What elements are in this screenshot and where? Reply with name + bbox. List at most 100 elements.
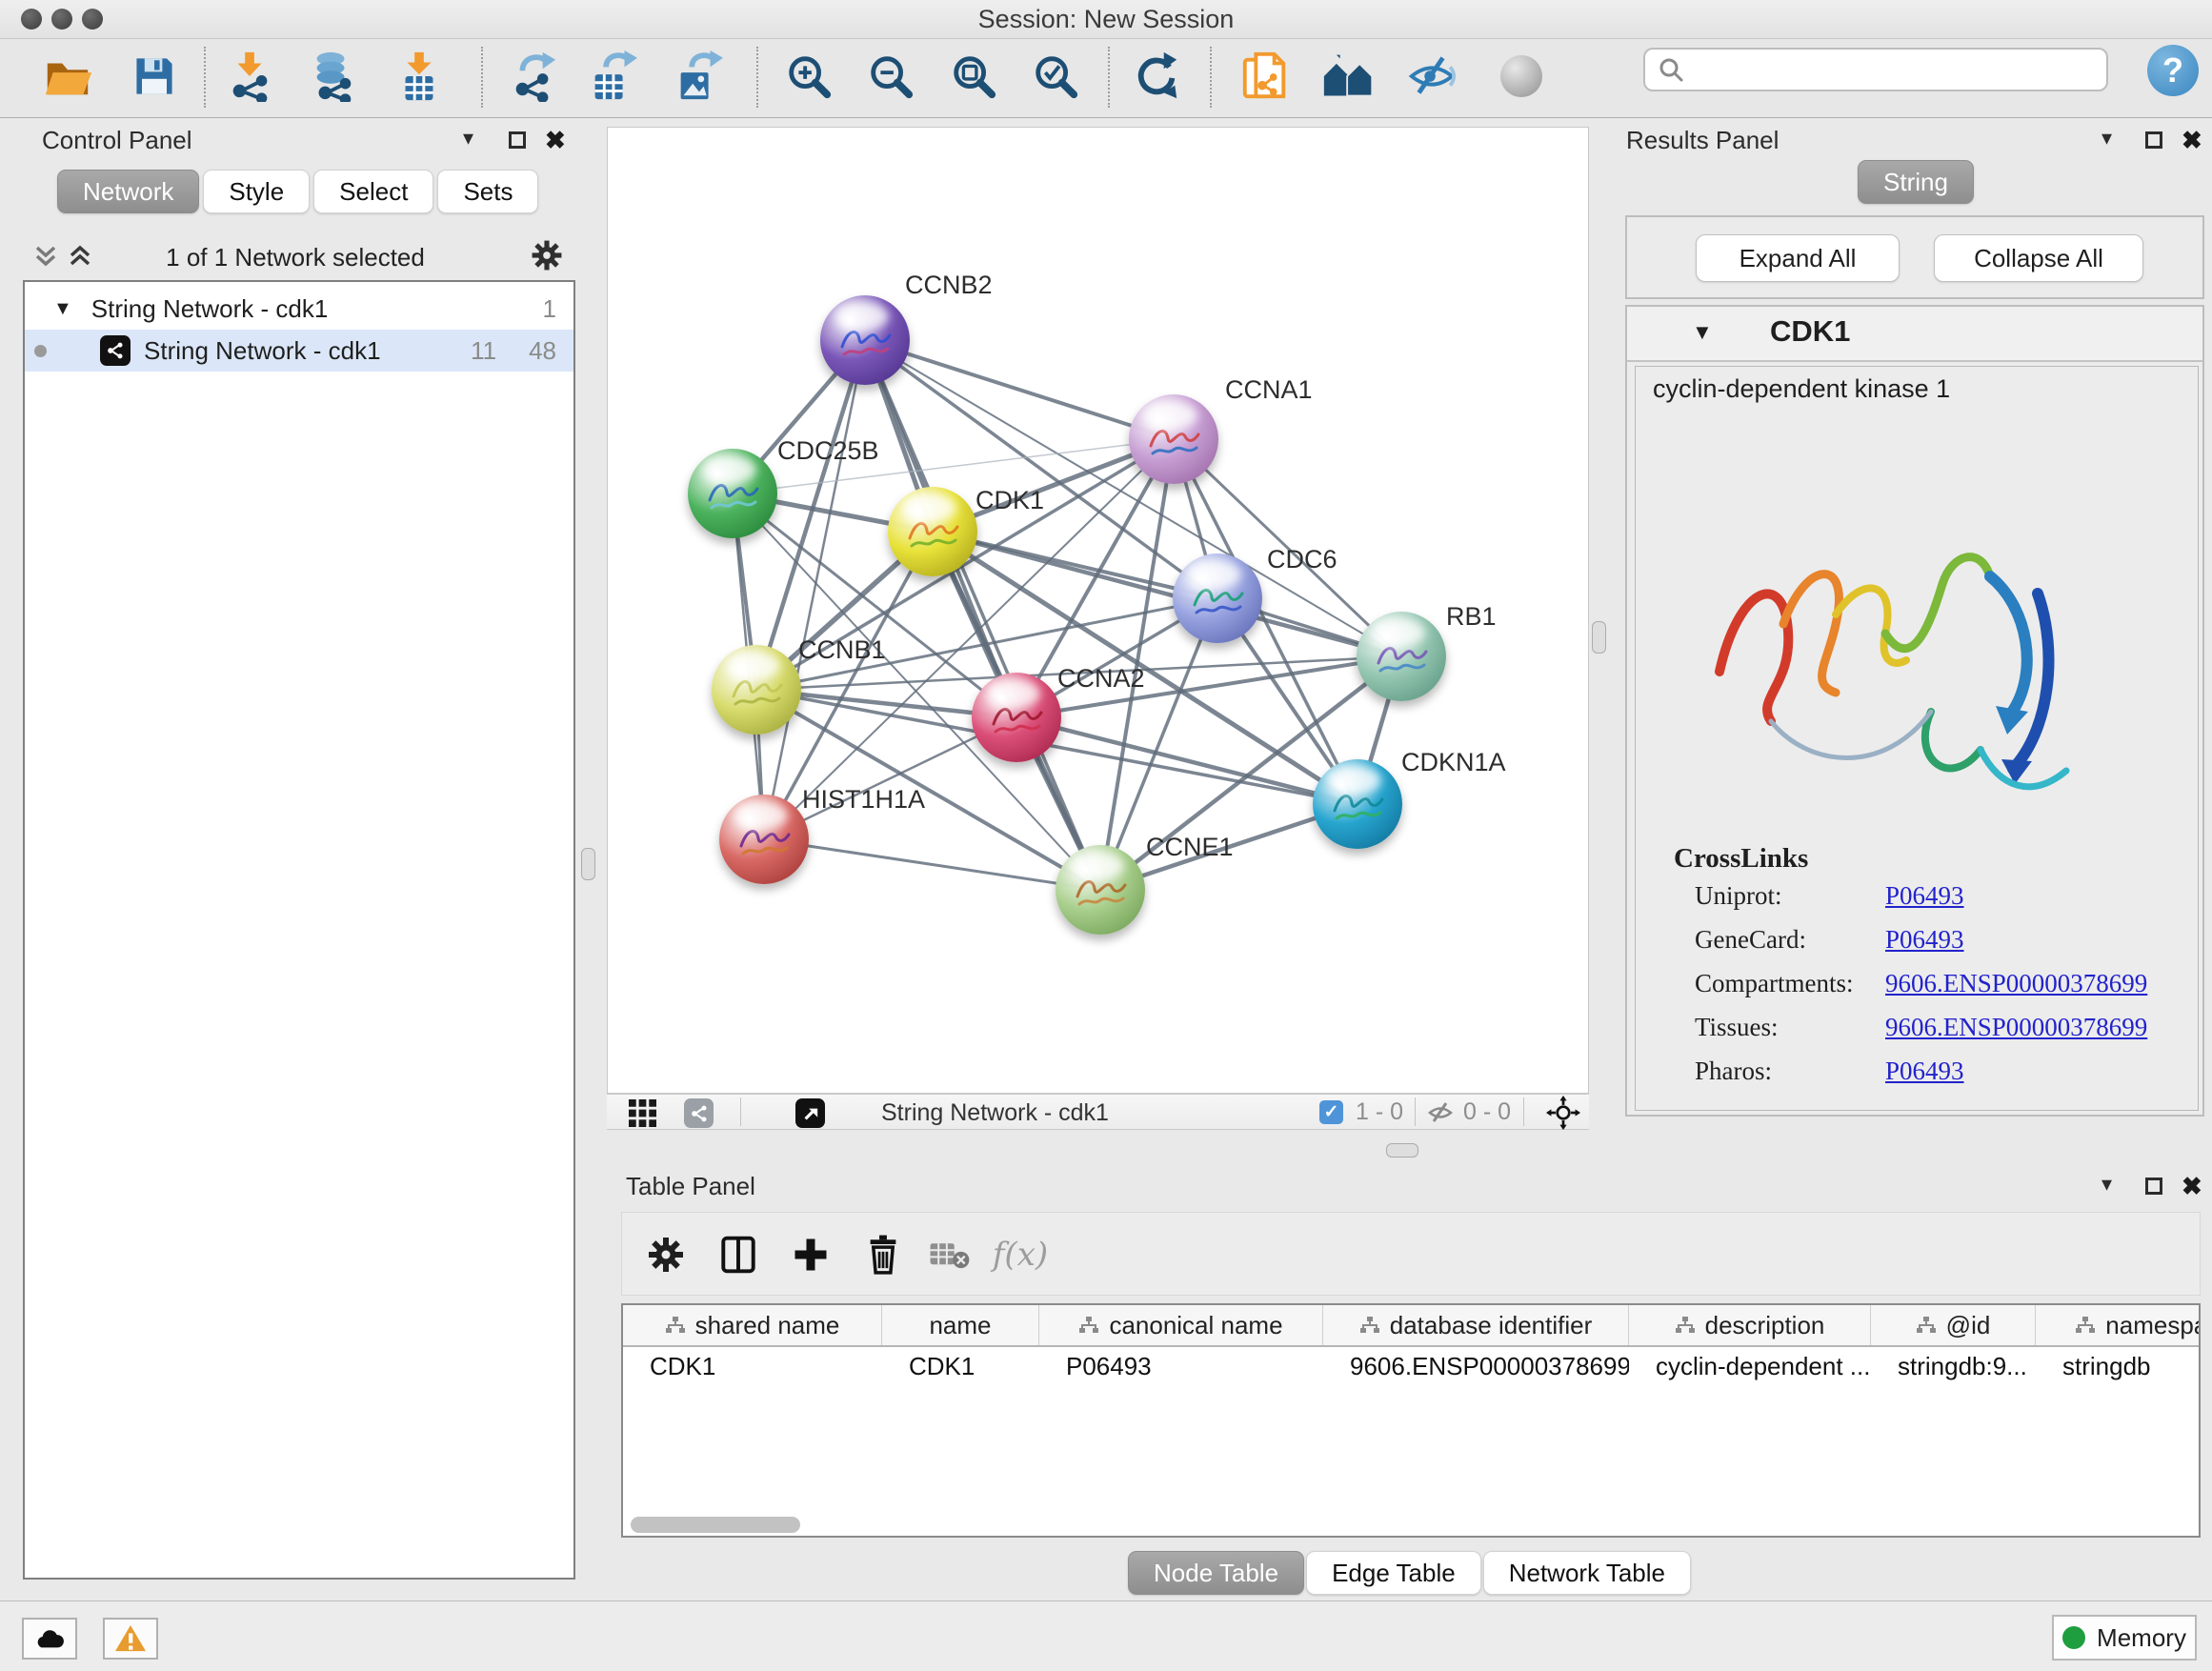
- table-cell[interactable]: CDK1: [623, 1347, 882, 1385]
- delete-column-button[interactable]: [855, 1226, 912, 1283]
- node-HIST1H1A[interactable]: [719, 795, 809, 884]
- column-header--id[interactable]: @id: [1871, 1305, 2036, 1345]
- crosslink-value-link[interactable]: P06493: [1885, 1057, 1964, 1086]
- warning-icon: [114, 1624, 147, 1653]
- results-panel-menu-caret[interactable]: ▾: [2101, 126, 2112, 151]
- table-cell[interactable]: P06493: [1039, 1347, 1323, 1385]
- selected-checkbox[interactable]: ✓: [1319, 1100, 1343, 1124]
- node-CCNA2[interactable]: [972, 673, 1061, 762]
- node-CCNE1[interactable]: [1056, 845, 1145, 935]
- node-CDC25B[interactable]: [688, 449, 777, 538]
- table-cell[interactable]: stringdb:9...: [1871, 1347, 2036, 1385]
- collapse-all-tree-button[interactable]: [32, 242, 59, 275]
- import-table-button[interactable]: [392, 49, 447, 104]
- results-panel-close-button[interactable]: ✖: [2182, 126, 2202, 155]
- tab-string[interactable]: String: [1858, 160, 1974, 204]
- copy-network-button[interactable]: [1237, 49, 1293, 104]
- open-session-button[interactable]: [40, 49, 95, 104]
- table-cell[interactable]: 9606.ENSP00000378699: [1323, 1347, 1629, 1385]
- table-cell[interactable]: cyclin-dependent ...: [1629, 1347, 1871, 1385]
- grid-view-button[interactable]: [629, 1099, 656, 1132]
- refresh-button[interactable]: [1129, 49, 1184, 104]
- column-header-shared-name[interactable]: shared name: [623, 1305, 882, 1345]
- network-share-view-button[interactable]: [684, 1098, 714, 1128]
- node-RB1[interactable]: [1357, 612, 1446, 701]
- bottom-splitter-handle[interactable]: [1386, 1143, 1418, 1158]
- node-CDC6[interactable]: [1173, 554, 1262, 643]
- crosslink-value-link[interactable]: 9606.ENSP00000378699: [1885, 1013, 2147, 1042]
- column-header-namespace[interactable]: namespace: [2036, 1305, 2201, 1345]
- node-table[interactable]: shared namenamecanonical namedatabase id…: [621, 1303, 2201, 1538]
- right-splitter-handle[interactable]: [1592, 621, 1606, 654]
- table-cell[interactable]: CDK1: [882, 1347, 1039, 1385]
- column-header-canonical-name[interactable]: canonical name: [1039, 1305, 1323, 1345]
- search-input[interactable]: [1643, 48, 2108, 91]
- export-network-button[interactable]: [506, 49, 561, 104]
- expand-all-button[interactable]: Expand All: [1696, 234, 1900, 282]
- zoom-out-button[interactable]: [863, 49, 918, 104]
- cloud-status-button[interactable]: [22, 1618, 77, 1660]
- results-panel-float-button[interactable]: [2145, 131, 2162, 149]
- tab-node-table[interactable]: Node Table: [1128, 1551, 1304, 1595]
- zoom-in-button[interactable]: [781, 49, 836, 104]
- hidden-eye-slash-icon[interactable]: [1426, 1099, 1455, 1131]
- tab-style[interactable]: Style: [203, 170, 310, 213]
- entry-collapse-caret[interactable]: ▼: [1692, 320, 1713, 345]
- memory-status-button[interactable]: Memory: [2052, 1615, 2197, 1661]
- tab-network[interactable]: Network: [57, 170, 199, 213]
- tab-sets[interactable]: Sets: [437, 170, 538, 213]
- table-options-gear-button[interactable]: [637, 1226, 694, 1283]
- save-session-button[interactable]: [127, 49, 182, 104]
- tab-select[interactable]: Select: [313, 170, 433, 213]
- detach-view-button[interactable]: [795, 1098, 825, 1128]
- entry-header[interactable]: ▼ CDK1: [1627, 307, 2202, 362]
- left-splitter-handle[interactable]: [581, 848, 595, 880]
- crosslink-value-link[interactable]: 9606.ENSP00000378699: [1885, 969, 2147, 998]
- tree-expand-caret[interactable]: ▼: [53, 298, 72, 320]
- network-view[interactable]: CCNB2CCNA1CDC25BCDK1CDC6RB1CCNB1CCNA2CDK…: [607, 127, 1589, 1094]
- table-cell[interactable]: stringdb: [2036, 1347, 2201, 1385]
- zoom-fit-button[interactable]: [946, 49, 1001, 104]
- export-image-button[interactable]: [670, 49, 725, 104]
- table-panel-close-button[interactable]: ✖: [2182, 1172, 2202, 1201]
- show-columns-button[interactable]: [710, 1226, 767, 1283]
- export-table-button[interactable]: [584, 49, 639, 104]
- glass-ball-toggle-button[interactable]: [1494, 49, 1549, 104]
- tab-edge-table[interactable]: Edge Table: [1306, 1551, 1481, 1595]
- import-network-database-button[interactable]: [305, 49, 360, 104]
- table-panel-float-button[interactable]: [2145, 1178, 2162, 1195]
- edge-CCNB2-HIST1H1A[interactable]: [764, 340, 865, 839]
- table-panel-menu-caret[interactable]: ▾: [2101, 1172, 2112, 1197]
- hide-glass-effect-button[interactable]: [1404, 49, 1459, 104]
- node-CCNB2[interactable]: [820, 295, 910, 385]
- network-options-gear-button[interactable]: [530, 238, 564, 277]
- create-column-button[interactable]: [782, 1226, 839, 1283]
- edge-HIST1H1A-CCNE1[interactable]: [764, 839, 1100, 890]
- table-row[interactable]: CDK1CDK1P064939606.ENSP00000378699cyclin…: [623, 1347, 2199, 1385]
- node-CDK1[interactable]: [888, 487, 977, 576]
- tab-network-table[interactable]: Network Table: [1483, 1551, 1691, 1595]
- node-CCNB1[interactable]: [712, 645, 801, 735]
- help-button[interactable]: ?: [2147, 45, 2199, 96]
- column-header-database-identifier[interactable]: database identifier: [1323, 1305, 1629, 1345]
- warnings-button[interactable]: [103, 1618, 158, 1660]
- node-CDKN1A[interactable]: [1313, 759, 1402, 849]
- network-row-selected[interactable]: String Network - cdk1 11 48: [25, 330, 573, 372]
- zoom-selected-button[interactable]: [1028, 49, 1083, 104]
- horizontal-scrollbar[interactable]: [631, 1517, 800, 1533]
- import-network-file-button[interactable]: [223, 49, 278, 104]
- network-collection-row[interactable]: ▼ String Network - cdk1 1: [25, 288, 573, 330]
- edge-CCNB2-CCNA1[interactable]: [865, 340, 1174, 439]
- node-CCNA1[interactable]: [1129, 394, 1218, 484]
- string-home-button[interactable]: [1321, 49, 1377, 104]
- expand-all-tree-button[interactable]: [67, 242, 93, 275]
- crosslink-value-link[interactable]: P06493: [1885, 881, 1964, 911]
- control-panel-float-button[interactable]: [509, 131, 526, 149]
- control-panel-menu-caret[interactable]: ▾: [463, 126, 473, 151]
- birds-eye-view-button[interactable]: [1546, 1096, 1580, 1135]
- crosslink-value-link[interactable]: P06493: [1885, 925, 1964, 955]
- collapse-all-button[interactable]: Collapse All: [1934, 234, 2143, 282]
- column-header-description[interactable]: description: [1629, 1305, 1871, 1345]
- column-header-name[interactable]: name: [882, 1305, 1039, 1345]
- control-panel-close-button[interactable]: ✖: [545, 126, 566, 155]
